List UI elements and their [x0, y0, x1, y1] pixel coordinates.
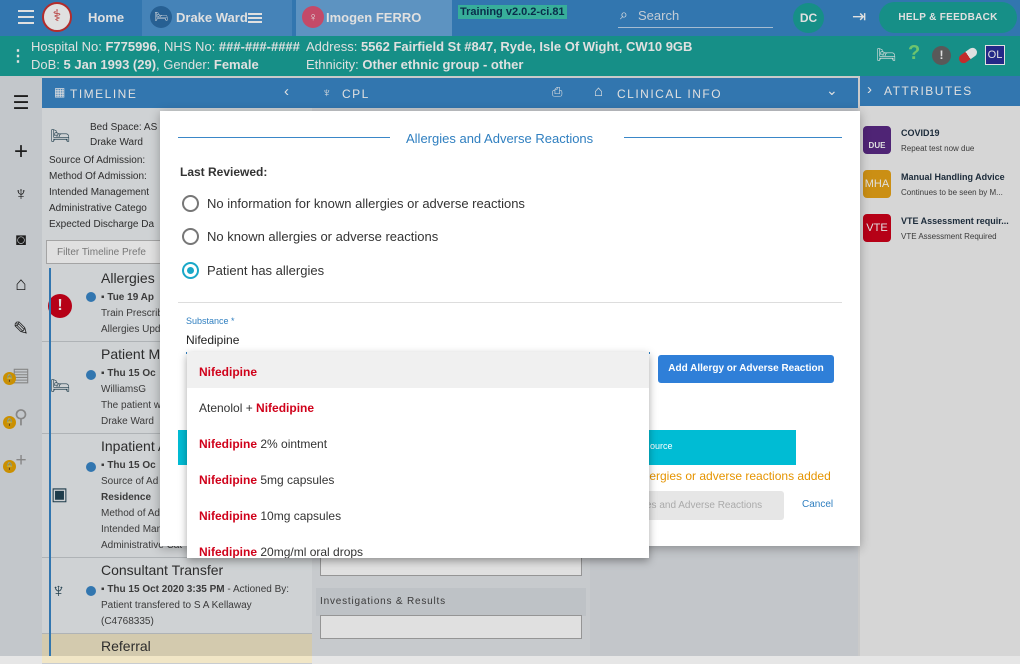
source-bar-label: ource — [650, 441, 673, 451]
save-allergies-button[interactable]: es and Adverse Reactions — [632, 491, 784, 520]
substance-input[interactable]: Nifedipine — [186, 331, 650, 351]
dropdown-option[interactable]: Nifedipine 20mg/ml oral drops — [187, 532, 649, 558]
dropdown-option[interactable]: Nifedipine 10mg capsules — [187, 496, 649, 532]
radio-label: No information for known allergies or ad… — [207, 196, 525, 211]
radio-button[interactable] — [182, 228, 199, 245]
match-highlight: Nifedipine — [199, 509, 258, 523]
dropdown-option[interactable]: Atenolol + Nifedipine — [187, 388, 649, 424]
match-highlight: Nifedipine — [256, 401, 315, 415]
save-allergies-label: es and Adverse Reactions — [646, 500, 763, 511]
title-rule-left — [178, 137, 390, 138]
substance-autocomplete-dropdown: Nifedipine Atenolol + Nifedipine Nifedip… — [187, 352, 649, 558]
dropdown-option[interactable]: Nifedipine 5mg capsules — [187, 460, 649, 496]
dropdown-option[interactable]: Nifedipine 2% ointment — [187, 424, 649, 460]
match-highlight: Nifedipine — [199, 365, 258, 379]
radio-label: No known allergies or adverse reactions — [207, 229, 439, 244]
radio-button[interactable] — [182, 195, 199, 212]
title-rule-right — [624, 137, 842, 138]
radio-no-information[interactable]: No information for known allergies or ad… — [182, 195, 525, 212]
radio-patient-has-allergies[interactable]: Patient has allergies — [182, 262, 324, 279]
substance-input-value: Nifedipine — [186, 333, 240, 347]
warning-text: llergies or adverse reactions added — [644, 469, 831, 483]
modal-title: Allergies and Adverse Reactions — [406, 131, 594, 146]
match-highlight: Nifedipine — [199, 437, 258, 451]
match-highlight: Nifedipine — [199, 473, 258, 487]
match-highlight: Nifedipine — [199, 545, 258, 558]
radio-label: Patient has allergies — [207, 263, 325, 278]
radio-button-selected[interactable] — [182, 262, 199, 279]
last-reviewed-label: Last Reviewed: — [180, 165, 268, 179]
add-allergy-button[interactable]: Add Allergy or Adverse Reaction — [658, 355, 834, 383]
substance-label: Substance * — [186, 316, 235, 326]
dropdown-option[interactable]: Nifedipine — [187, 352, 649, 388]
radio-no-known-allergies[interactable]: No known allergies or adverse reactions — [182, 228, 438, 245]
section-divider — [178, 302, 842, 303]
cancel-button[interactable]: Cancel — [802, 499, 833, 510]
